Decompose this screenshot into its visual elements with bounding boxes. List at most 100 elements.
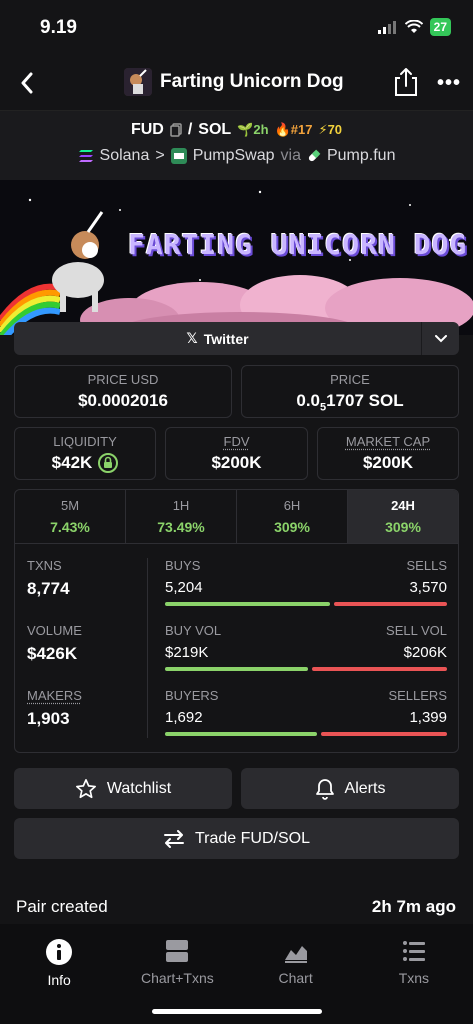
dex-name[interactable]: PumpSwap (193, 147, 275, 165)
sprout-icon: 🌱 (237, 122, 254, 137)
trade-button[interactable]: Trade FUD/SOL (14, 818, 459, 859)
buyers-value: 1,692 (165, 709, 203, 726)
market-cap-card[interactable]: MARKET CAP $200K (317, 427, 459, 480)
sellers-bar (321, 732, 447, 736)
tab-info[interactable]: Info (0, 924, 118, 1024)
liquidity-card: LIQUIDITY $42K (14, 427, 156, 480)
buyers-bar (165, 732, 318, 736)
fdv-card[interactable]: FDV $200K (165, 427, 308, 480)
launchpad-name[interactable]: Pump.fun (327, 147, 395, 165)
token-avatar (124, 68, 152, 96)
sells-value: 3,570 (409, 579, 447, 596)
chain-breadcrumb: Solana > PumpSwap via Pump.fun (0, 147, 473, 165)
pair-created-value: 2h 7m ago (371, 897, 456, 916)
wifi-icon (404, 20, 423, 33)
tab-6h[interactable]: 6H 309% (237, 490, 348, 543)
battery-icon: 27 (429, 18, 451, 36)
alerts-label: Alerts (344, 779, 386, 797)
lock-icon[interactable] (98, 453, 119, 473)
buys-bar (165, 602, 330, 606)
via-label: via (280, 147, 301, 164)
info-icon (46, 939, 73, 965)
timeframe-tabs: 5M 7.43% 1H 73.49% 6H 309% 24H 309% (15, 490, 458, 544)
share-button[interactable] (392, 66, 420, 98)
bell-icon (315, 778, 334, 800)
tab-info-label: Info (47, 972, 71, 988)
signal-icon (377, 21, 396, 34)
sells-label: SELLS (406, 558, 447, 573)
buy-vol-value: $219K (165, 644, 209, 661)
tab-1h[interactable]: 1H 73.49% (126, 490, 237, 543)
tab-24h[interactable]: 24H 309% (348, 490, 458, 543)
volume-split: BUY VOL SELL VOL $219K $206K (165, 623, 447, 688)
fdv-label: FDV (223, 434, 250, 449)
buys-sells-bar (165, 602, 447, 606)
liquidity-label: LIQUIDITY (53, 434, 117, 449)
twitter-button[interactable]: 𝕏 Twitter (14, 322, 421, 355)
copy-icon[interactable] (170, 123, 182, 137)
watchlist-label: Watchlist (106, 779, 172, 797)
volume-metric: VOLUME $426K (27, 623, 137, 688)
share-icon (395, 68, 417, 96)
socials-dropdown-button[interactable] (421, 322, 459, 355)
swap-arrows-icon (164, 829, 184, 848)
tab-txns[interactable]: Txns (355, 924, 473, 1024)
tab-txns-label: Txns (398, 970, 430, 986)
price-usd-value: $0.0002016 (78, 391, 168, 410)
market-cap-label: MARKET CAP (345, 434, 431, 449)
page-title: Farting Unicorn Dog (124, 68, 344, 96)
pill-icon (308, 149, 321, 162)
market-cap-value: $200K (362, 453, 414, 472)
txns-value: 8,774 (27, 579, 70, 598)
pair-created-label: Pair created (16, 897, 108, 916)
page-title-text: Farting Unicorn Dog (160, 71, 344, 92)
trending-rank-badge: 🔥#17 (274, 122, 313, 137)
x-logo-icon: 𝕏 (186, 330, 198, 346)
sellers-label: SELLERS (388, 688, 447, 703)
buy-vol-bar (165, 667, 309, 671)
chain-name[interactable]: Solana (100, 147, 150, 165)
watchlist-button[interactable]: Watchlist (14, 768, 232, 809)
back-button[interactable] (12, 66, 42, 100)
trade-label: Trade FUD/SOL (195, 829, 310, 847)
breadcrumb-separator: > (155, 147, 165, 164)
alerts-button[interactable]: Alerts (241, 768, 459, 809)
sells-bar (333, 602, 447, 606)
chevron-down-icon (434, 334, 447, 342)
makers-metric[interactable]: MAKERS 1,903 (27, 688, 137, 752)
buys-label: BUYS (165, 558, 201, 573)
chevron-left-icon (21, 72, 33, 94)
liquidity-value: $42K (51, 453, 93, 472)
tab-5m[interactable]: 5M 7.43% (15, 490, 126, 543)
twitter-label: Twitter (203, 330, 249, 347)
sell-vol-label: SELL VOL (386, 623, 447, 638)
pair-separator: / (187, 121, 193, 138)
pair-created-row: Pair created 2h 7m ago (16, 897, 456, 917)
lightning-icon: ⚡ (318, 122, 328, 137)
tab-chart-txns-label: Chart+Txns (141, 970, 214, 986)
sellers-value: 1,399 (409, 709, 447, 726)
pair-line: FUD / SOL 🌱2h 🔥#17 ⚡70 (0, 121, 473, 139)
volume-label: VOLUME (27, 623, 82, 638)
stats-divider (147, 558, 148, 738)
chart-icon (284, 946, 307, 963)
more-options-icon[interactable]: ••• (436, 70, 462, 96)
tab-chart-label: Chart (278, 970, 313, 986)
buys-sells-split: BUYS SELLS 5,204 3,570 (165, 558, 447, 623)
boost-badge: ⚡70 (318, 122, 343, 137)
volume-value: $426K (27, 644, 78, 663)
trading-stats-panel: 5M 7.43% 1H 73.49% 6H 309% 24H 309% TXNS 8,7… (14, 489, 459, 753)
buyers-label: BUYERS (165, 688, 219, 703)
pumpswap-icon (170, 148, 187, 164)
makers-label: MAKERS (27, 688, 82, 703)
txns-metric: TXNS 8,774 (27, 558, 137, 623)
buyers-sellers-bar (165, 732, 447, 736)
totals-column: TXNS 8,774 VOLUME $426K MAKERS 1,903 (27, 558, 137, 752)
banner-title: FARTING UNICORN DOG (128, 228, 468, 261)
split-view-icon (166, 940, 189, 962)
nav-bar: Farting Unicorn Dog ••• (0, 56, 473, 110)
home-indicator[interactable] (152, 1009, 322, 1014)
makers-value: 1,903 (27, 709, 70, 728)
base-symbol: FUD (130, 121, 164, 138)
volume-bar (165, 667, 447, 671)
